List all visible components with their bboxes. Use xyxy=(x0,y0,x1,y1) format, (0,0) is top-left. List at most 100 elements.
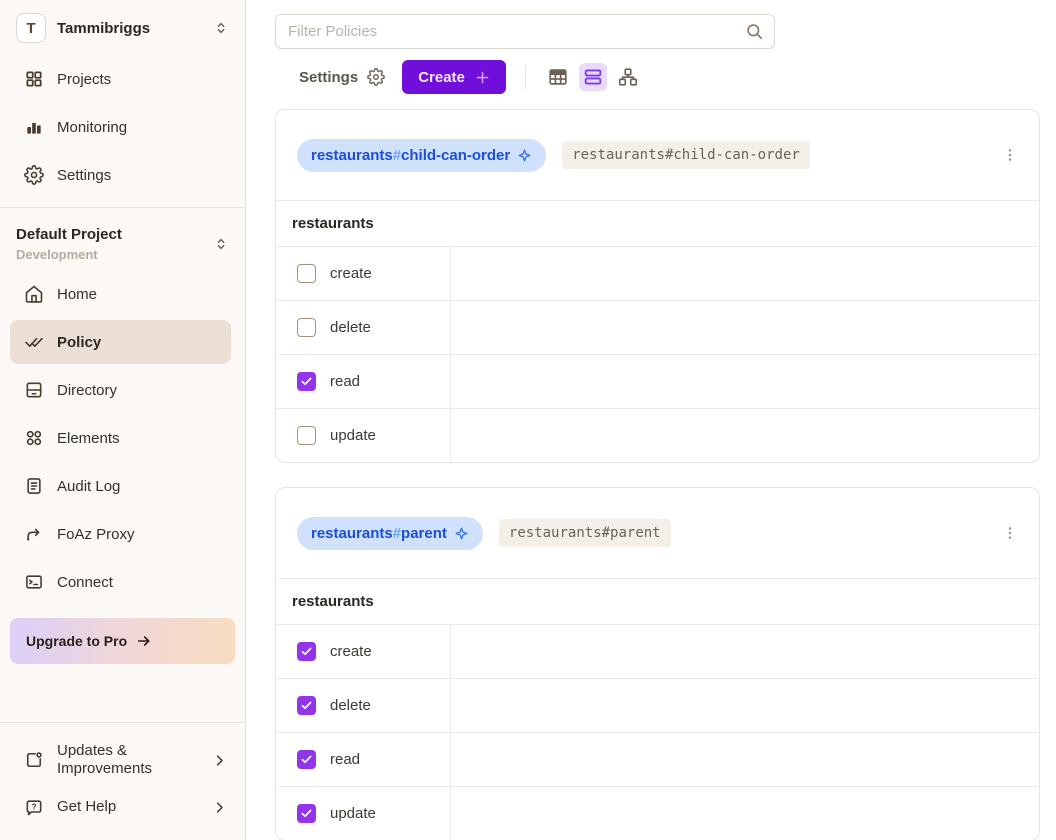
divider xyxy=(525,65,526,89)
sidebar-item-settings[interactable]: Settings xyxy=(10,153,231,197)
sparkle-icon xyxy=(454,526,469,541)
policy-card: restaurants#parent restaurants#parent re… xyxy=(275,487,1040,840)
sidebar-item-elements[interactable]: Elements xyxy=(10,416,231,460)
sidebar-item-policy[interactable]: Policy xyxy=(10,320,231,364)
sidebar-item-get-help[interactable]: ? Get Help xyxy=(0,788,245,826)
kebab-menu-button[interactable] xyxy=(995,518,1025,548)
policy-key: restaurants#child-can-order xyxy=(562,141,810,169)
permission-row-rest xyxy=(451,247,1039,300)
permission-row: update xyxy=(276,786,1039,840)
double-check-icon xyxy=(24,332,44,352)
sidebar-item-audit-log[interactable]: Audit Log xyxy=(10,464,231,508)
permission-row: delete xyxy=(276,300,1039,354)
tree-view-button[interactable] xyxy=(614,63,642,91)
permission-row: read xyxy=(276,732,1039,786)
sidebar-item-label: Home xyxy=(57,286,97,303)
sidebar-item-connect[interactable]: Connect xyxy=(10,560,231,604)
role-badge[interactable]: restaurants#parent xyxy=(297,517,483,550)
create-button[interactable]: Create xyxy=(402,60,506,94)
checkbox-delete[interactable] xyxy=(297,318,316,337)
project-name: Default Project xyxy=(16,226,122,243)
changelog-icon xyxy=(24,750,44,770)
permission-row: read xyxy=(276,354,1039,408)
sidebar-item-home[interactable]: Home xyxy=(10,272,231,316)
badge-resource: restaurants xyxy=(311,147,393,164)
sidebar-item-label: Directory xyxy=(57,382,117,399)
chevron-up-down-icon xyxy=(213,236,229,252)
chevron-right-icon xyxy=(212,800,227,815)
resource-header: restaurants xyxy=(276,200,1039,246)
create-label: Create xyxy=(418,69,465,86)
permission-row-rest xyxy=(451,679,1039,732)
checkbox-update[interactable] xyxy=(297,804,316,823)
policy-settings-button[interactable]: Settings xyxy=(299,68,385,86)
resource-header: restaurants xyxy=(276,578,1039,624)
role-badge[interactable]: restaurants#child-can-order xyxy=(297,139,546,172)
home-icon xyxy=(24,284,44,304)
sidebar-item-foaz-proxy[interactable]: FoAz Proxy xyxy=(10,512,231,556)
chevron-right-icon xyxy=(212,753,227,768)
upgrade-label: Upgrade to Pro xyxy=(26,633,127,649)
settings-label: Settings xyxy=(299,69,358,86)
rows-view-button[interactable] xyxy=(579,63,607,91)
sidebar-item-label: Settings xyxy=(57,167,111,184)
badge-role: parent xyxy=(401,525,447,542)
checkbox-create[interactable] xyxy=(297,264,316,283)
permission-label: update xyxy=(330,427,376,444)
permission-label: update xyxy=(330,805,376,822)
plus-icon xyxy=(475,70,490,85)
gear-icon xyxy=(367,68,385,86)
grid-icon xyxy=(24,69,44,89)
badge-resource: restaurants xyxy=(311,525,393,542)
workspace-switcher[interactable]: T Tammibriggs xyxy=(0,0,245,55)
checkbox-read[interactable] xyxy=(297,372,316,391)
sidebar-item-updates[interactable]: Updates & Improvements xyxy=(0,733,245,789)
divider xyxy=(0,207,245,208)
environment-name: Development xyxy=(16,247,122,262)
route-arrow-icon xyxy=(24,524,44,544)
gear-icon xyxy=(24,165,44,185)
sidebar-item-label: FoAz Proxy xyxy=(57,526,135,543)
sidebar-item-label: Elements xyxy=(57,430,120,447)
sidebar-item-label: Get Help xyxy=(57,798,175,817)
checkbox-create[interactable] xyxy=(297,642,316,661)
checkbox-delete[interactable] xyxy=(297,696,316,715)
badge-role: child-can-order xyxy=(401,147,510,164)
kebab-menu-button[interactable] xyxy=(995,140,1025,170)
sidebar-item-directory[interactable]: Directory xyxy=(10,368,231,412)
project-switcher[interactable]: Default Project Development xyxy=(0,216,245,270)
permission-row-rest xyxy=(451,301,1039,354)
arrow-right-icon xyxy=(136,633,152,649)
sidebar-footer: Updates & Improvements ? Get Help xyxy=(0,722,245,840)
sidebar-item-label: Connect xyxy=(57,574,113,591)
chevron-up-down-icon xyxy=(213,20,229,36)
checkbox-update[interactable] xyxy=(297,426,316,445)
badge-hash: # xyxy=(393,147,401,164)
bar-chart-icon xyxy=(24,117,44,137)
avatar: T xyxy=(16,13,46,43)
sidebar-item-label: Audit Log xyxy=(57,478,120,495)
table-view-button[interactable] xyxy=(544,63,572,91)
permission-row-rest xyxy=(451,355,1039,408)
sidebar-item-label: Monitoring xyxy=(57,119,127,136)
svg-text:?: ? xyxy=(31,801,36,811)
permission-label: create xyxy=(330,265,372,282)
policy-key: restaurants#parent xyxy=(499,519,671,547)
permission-row: delete xyxy=(276,678,1039,732)
document-lines-icon xyxy=(24,476,44,496)
sidebar-item-monitoring[interactable]: Monitoring xyxy=(10,105,231,149)
workspace-name: Tammibriggs xyxy=(57,20,150,37)
view-switcher xyxy=(537,63,642,91)
permission-row: create xyxy=(276,246,1039,300)
policy-toolbar: Settings Create xyxy=(275,59,1040,95)
upgrade-to-pro-button[interactable]: Upgrade to Pro xyxy=(10,618,235,664)
filter-policies-input[interactable] xyxy=(275,14,775,49)
sidebar-item-label: Policy xyxy=(57,334,101,351)
permission-row-rest xyxy=(451,787,1039,840)
sidebar-item-label: Updates & Improvements xyxy=(57,742,175,780)
terminal-icon xyxy=(24,572,44,592)
sidebar-item-projects[interactable]: Projects xyxy=(10,57,231,101)
permission-label: delete xyxy=(330,319,371,336)
checkbox-read[interactable] xyxy=(297,750,316,769)
permission-row: update xyxy=(276,408,1039,462)
